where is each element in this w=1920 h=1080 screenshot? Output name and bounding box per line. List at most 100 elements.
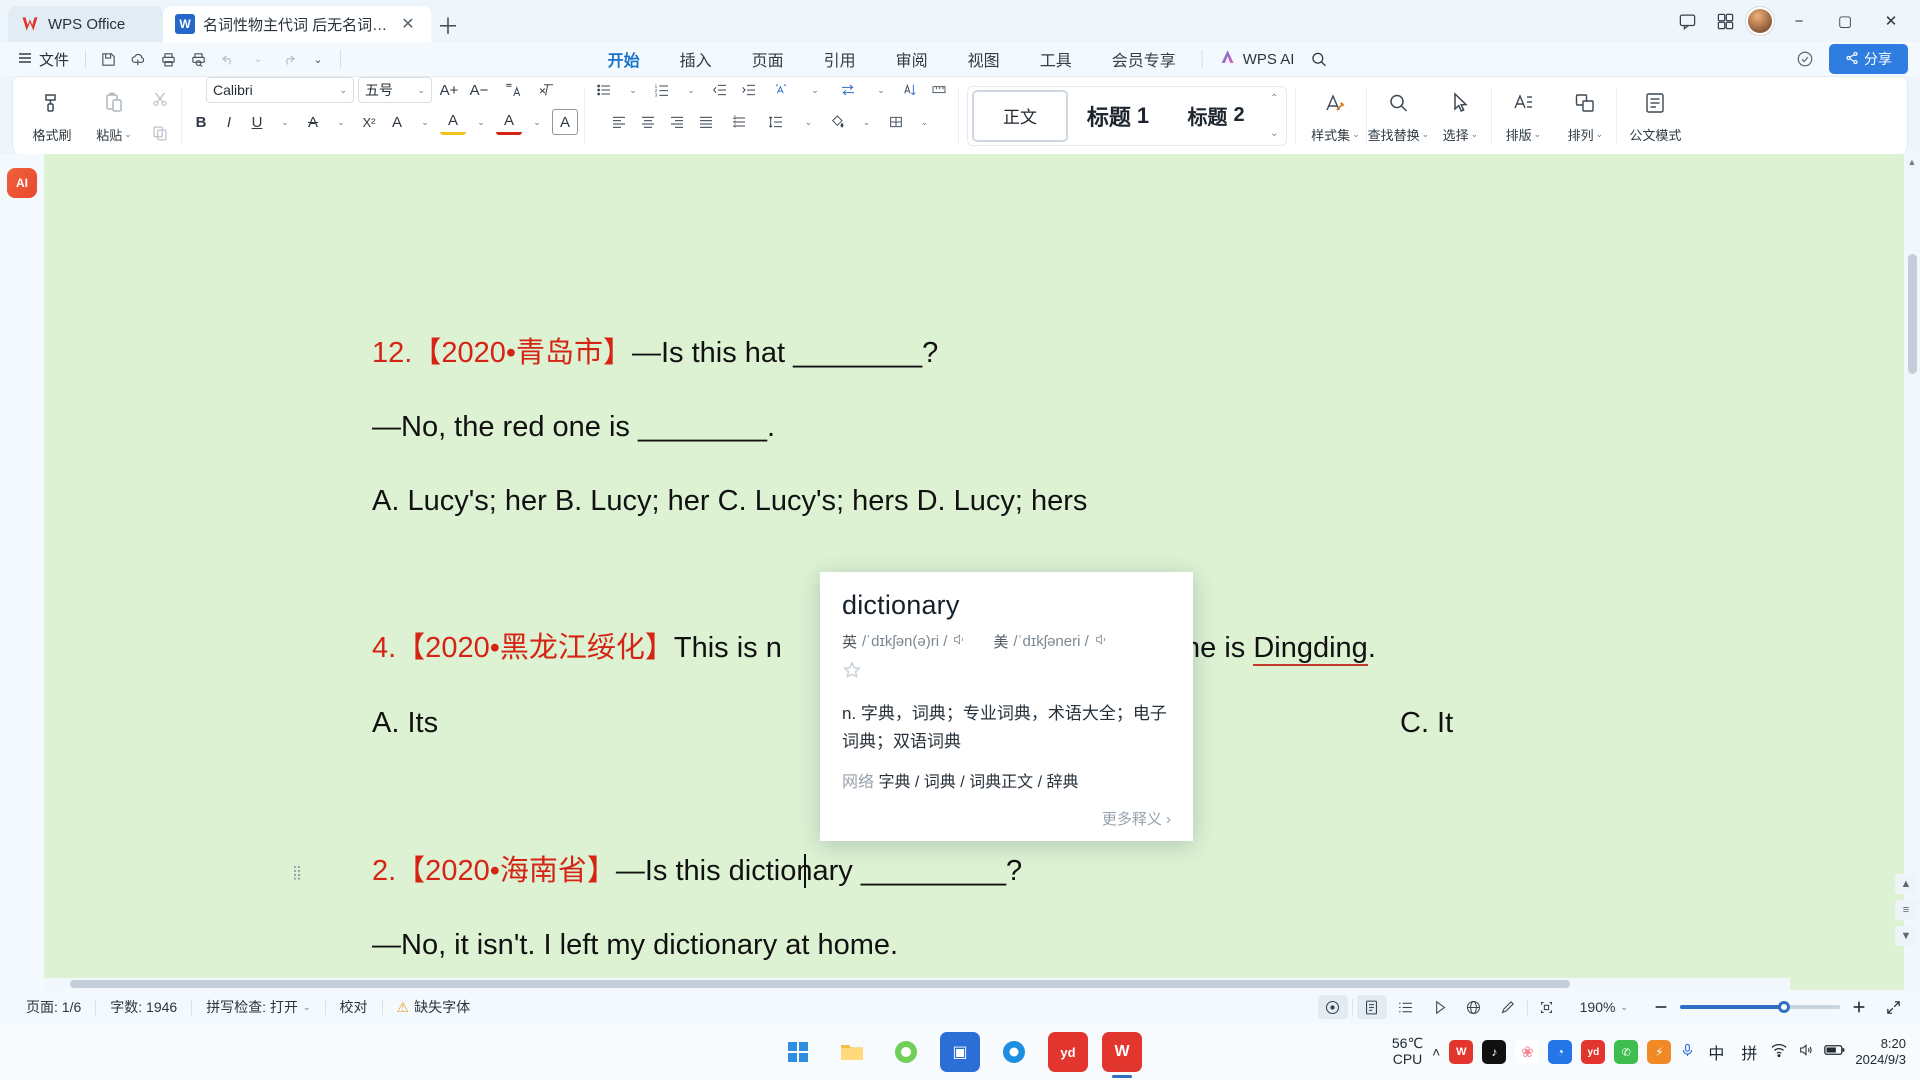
thunder-tray-icon[interactable]: ⚡ (1647, 1040, 1672, 1064)
underline-dropdown-icon[interactable]: ⌄ (272, 109, 298, 135)
tab-member[interactable]: 会员专享 (1092, 43, 1196, 75)
speaker-icon[interactable] (952, 632, 967, 651)
text-direction-icon[interactable] (831, 77, 865, 103)
youdao-tray-icon[interactable]: yd (1581, 1040, 1606, 1064)
microphone-tray-icon[interactable] (1680, 1041, 1695, 1064)
font-color-button[interactable]: A (496, 109, 522, 135)
paste-button[interactable]: 粘贴 ⌄ (83, 87, 145, 144)
volume-icon[interactable] (1797, 1042, 1815, 1063)
file-explorer-button[interactable] (832, 1032, 872, 1072)
redo-icon[interactable] (274, 46, 302, 72)
tab-tools[interactable]: 工具 (1020, 43, 1092, 75)
word-count[interactable]: 字数: 1946 (96, 997, 191, 1017)
shading-dropdown-icon[interactable]: ⌄ (854, 109, 880, 135)
strikethrough-dropdown-icon[interactable]: ⌄ (328, 109, 354, 135)
borders-dropdown-icon[interactable]: ⌄ (912, 109, 938, 135)
increase-indent-icon[interactable] (736, 77, 762, 103)
align-right-icon[interactable] (664, 109, 690, 135)
fullscreen-icon[interactable] (1878, 995, 1908, 1019)
page-select-button[interactable]: ≡ (1895, 900, 1917, 920)
fit-page-icon[interactable] (1532, 995, 1562, 1019)
quick-access-more-icon[interactable]: ⌄ (304, 46, 332, 72)
focus-view-icon[interactable] (1317, 995, 1348, 1019)
zoom-out-button[interactable] (1646, 995, 1676, 1019)
superscript-button[interactable]: X² (356, 109, 382, 135)
style-scroll-up-icon[interactable]: ⌃ (1270, 93, 1278, 104)
zoom-slider[interactable] (1680, 1001, 1840, 1013)
zoom-in-button[interactable] (1844, 995, 1874, 1019)
page-view-icon[interactable] (1356, 995, 1387, 1019)
zoom-slider-knob[interactable] (1778, 1001, 1790, 1013)
document-area[interactable]: 12.【2020•青岛市】—Is this hat ________? —No,… (44, 154, 1920, 990)
line-spacing-dropdown-icon[interactable]: ⌄ (796, 109, 822, 135)
style-set-button[interactable]: 样式集 ⌄ (1304, 87, 1366, 144)
print-icon[interactable] (154, 46, 182, 72)
font-size-select[interactable]: 五号 ⌄ (358, 77, 432, 103)
chrome-app-button[interactable] (994, 1032, 1034, 1072)
scroll-up-icon[interactable]: ▲ (1908, 154, 1917, 170)
find-replace-button[interactable]: 查找替换 ⌄ (1367, 87, 1429, 144)
numbering-dropdown-icon[interactable]: ⌄ (678, 77, 704, 103)
tab-view[interactable]: 视图 (948, 43, 1020, 75)
highlight-color-button[interactable]: A (440, 109, 466, 135)
format-painter-button[interactable]: 格式刷 (21, 87, 83, 144)
close-window-button[interactable]: ✕ (1870, 0, 1912, 42)
highlight-dropdown-icon[interactable]: ⌄ (468, 109, 494, 135)
copy-icon[interactable] (147, 120, 173, 146)
cloud-save-icon[interactable] (124, 46, 152, 72)
style-body[interactable]: 正文 (972, 89, 1068, 142)
dictionary-uk-pronunciation[interactable]: 英 /ˈdɪkʃən(ə)ri / (842, 631, 967, 652)
horizontal-scrollbar-thumb[interactable] (70, 980, 1570, 988)
character-border-button[interactable]: A (552, 109, 578, 135)
bullet-dropdown-icon[interactable]: ⌄ (620, 77, 646, 103)
official-doc-mode-button[interactable]: 公文模式 (1617, 87, 1693, 144)
show-formatting-icon[interactable] (926, 77, 952, 103)
tab-wps-home[interactable]: WPS Office (8, 6, 163, 42)
line-spacing-icon[interactable] (759, 109, 793, 135)
spellcheck-status[interactable]: 拼写检查: 打开 ⌄ (192, 997, 324, 1017)
screen-recorder-button[interactable]: ▣ (940, 1032, 980, 1072)
align-center-icon[interactable] (635, 109, 661, 135)
drag-handle-icon[interactable]: ⣿ (292, 865, 308, 886)
style-scroll-down-icon[interactable]: ⌄ (1270, 128, 1278, 139)
ink-view-icon[interactable] (1493, 995, 1523, 1019)
typeset-button[interactable]: 排版 ⌄ (1492, 87, 1554, 144)
asian-layout-icon[interactable] (765, 77, 799, 103)
file-menu-button[interactable]: 文件 (10, 46, 77, 73)
distribute-icon[interactable] (722, 109, 756, 135)
font-name-select[interactable]: Calibri ⌄ (206, 77, 354, 103)
italic-button[interactable]: I (216, 109, 242, 135)
battery-icon[interactable] (1824, 1042, 1846, 1062)
save-icon[interactable] (94, 46, 122, 72)
sort-icon[interactable] (897, 77, 923, 103)
print-preview-icon[interactable] (184, 46, 212, 72)
vertical-scrollbar-thumb[interactable] (1907, 254, 1917, 374)
dictionary-more-link[interactable]: 更多释义 › (842, 808, 1171, 829)
text-effect-button[interactable]: A (384, 109, 410, 135)
dictionary-us-pronunciation[interactable]: 美 /ˈdɪkʃəneri / (993, 631, 1108, 652)
avatar[interactable] (1746, 7, 1774, 35)
underline-button[interactable]: U (244, 109, 270, 135)
justify-icon[interactable] (693, 109, 719, 135)
dictionary-popup[interactable]: dictionary 英 /ˈdɪkʃən(ə)ri / 美 /ˈdɪkʃəne… (820, 572, 1193, 842)
close-icon[interactable]: ✕ (397, 13, 419, 35)
page-indicator[interactable]: 页面: 1/6 (12, 997, 95, 1017)
previous-page-button[interactable]: ▲ (1895, 874, 1917, 894)
ime-mode-indicator[interactable]: 中 (1708, 1040, 1724, 1064)
decrease-indent-icon[interactable] (707, 77, 733, 103)
style-heading-2[interactable]: 标题 2 (1168, 90, 1264, 142)
strikethrough-button[interactable]: A (300, 109, 326, 135)
tab-page[interactable]: 页面 (732, 43, 804, 75)
bold-button[interactable]: B (188, 109, 214, 135)
text-effect-dropdown-icon[interactable]: ⌄ (412, 109, 438, 135)
clear-format-icon[interactable] (534, 77, 560, 103)
speaker-icon[interactable] (1094, 632, 1109, 651)
maximize-button[interactable]: ▢ (1824, 0, 1866, 42)
search-icon[interactable] (1304, 46, 1332, 72)
style-heading-1[interactable]: 标题 1 (1070, 90, 1166, 142)
new-tab-button[interactable]: ＋ (431, 8, 465, 42)
tiktok-tray-icon[interactable]: ♪ (1482, 1040, 1507, 1064)
wechat-tray-icon[interactable]: ✆ (1614, 1040, 1639, 1064)
tab-document[interactable]: W 名词性物主代词 后无名词.docx ✕ (163, 6, 431, 42)
flower-tray-icon[interactable]: ❀ (1515, 1040, 1540, 1064)
